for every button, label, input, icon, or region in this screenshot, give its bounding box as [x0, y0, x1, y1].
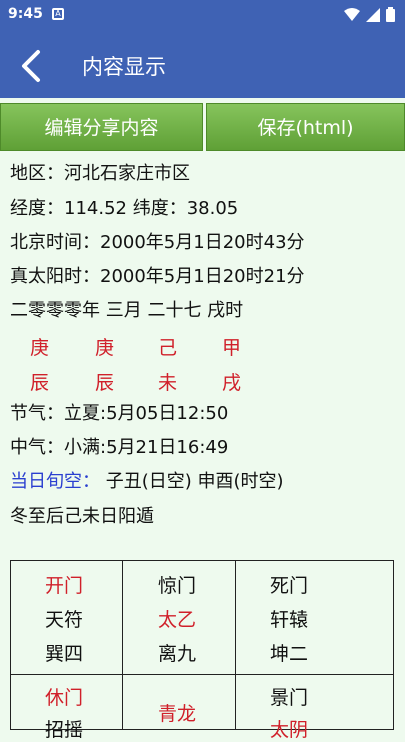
status-bar: 9:45 A [0, 0, 405, 32]
void-label: 当日旬空： [10, 471, 100, 492]
edit-share-button[interactable]: 编辑分享内容 [0, 103, 203, 151]
app-bar: 内容显示 [0, 32, 405, 98]
action-buttons: 编辑分享内容 保存(html) [0, 100, 405, 154]
void-line: 当日旬空： 子丑(日空) 申酉(时空) [10, 470, 284, 494]
palace-star: 太阴 [270, 719, 309, 741]
branch-year: 辰 [30, 372, 50, 394]
lunar-date-line: 二零零零年 三月 二十七 戌时 [10, 300, 244, 321]
status-icons [344, 7, 395, 22]
palace-star: 招摇 [45, 719, 84, 741]
palace-star: 天符 [45, 609, 84, 631]
palace-position: 坤二 [270, 643, 309, 665]
solar-term-line: 节气：立夏:5月05日12:50 [10, 403, 229, 424]
void-value: 子丑(日空) 申酉(时空) [100, 471, 284, 492]
stem-hour: 甲 [222, 337, 242, 359]
palace-door: 死门 [270, 575, 309, 597]
branch-day: 未 [158, 372, 178, 394]
status-time: 9:45 [8, 6, 43, 22]
grid-divider [235, 561, 236, 729]
beijing-time-line: 北京时间：2000年5月1日20时43分 [10, 232, 305, 253]
stem-month: 庚 [95, 337, 115, 359]
palace-position: 离九 [158, 643, 197, 665]
palace-door: 惊门 [158, 575, 197, 597]
back-arrow-icon[interactable] [12, 46, 52, 86]
palace-star: 青龙 [158, 703, 197, 725]
palace-grid: 开门 天符 巽四 惊门 太乙 离九 死门 轩辕 坤二 休门 招摇 青龙 景门 太… [10, 560, 394, 741]
grid-divider [11, 674, 393, 675]
notification-icon: A [52, 8, 64, 20]
palace-position: 巽四 [45, 643, 84, 665]
stem-year: 庚 [30, 337, 50, 359]
palace-door: 景门 [270, 687, 309, 709]
save-html-button[interactable]: 保存(html) [206, 103, 405, 151]
palace-door: 开门 [45, 575, 84, 597]
solar-time-line: 真太阳时：2000年5月1日20时21分 [10, 266, 305, 287]
palace-star: 轩辕 [270, 609, 309, 631]
page-title: 内容显示 [82, 55, 166, 79]
coords-line: 经度：114.52 纬度：38.05 [10, 198, 239, 219]
battery-icon [386, 7, 395, 22]
stem-day: 己 [158, 337, 178, 359]
dun-line: 冬至后己未日阳遁 [10, 506, 154, 527]
branch-hour: 戌 [222, 372, 242, 394]
mid-term-line: 中气：小满:5月21日16:49 [10, 437, 229, 458]
palace-door: 休门 [45, 687, 84, 709]
wifi-icon [344, 7, 360, 21]
palace-star: 太乙 [158, 609, 197, 631]
region-line: 地区：河北石家庄市区 [10, 163, 190, 184]
grid-divider [122, 561, 123, 729]
branch-month: 辰 [95, 372, 115, 394]
signal-icon [366, 7, 380, 22]
